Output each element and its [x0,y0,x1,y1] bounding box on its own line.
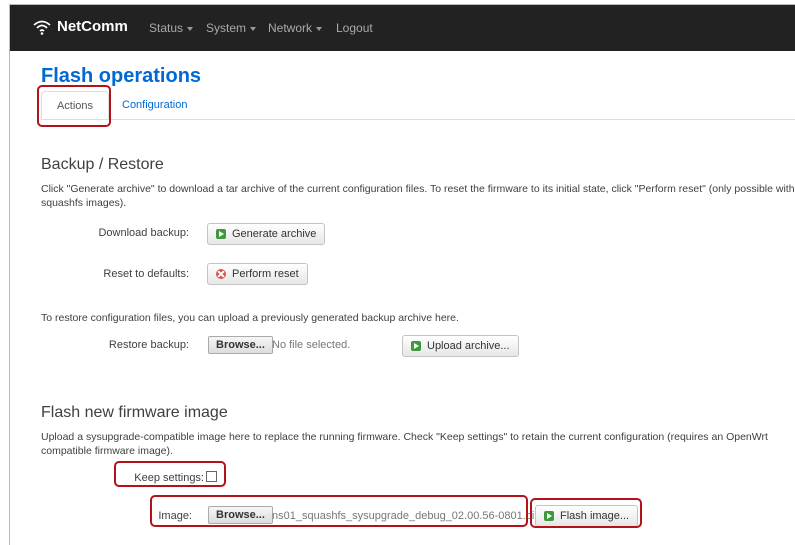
tab-configuration[interactable]: Configuration [111,91,198,119]
cancel-icon [216,269,226,279]
backup-heading: Backup / Restore [41,156,164,173]
browser-viewport: NetComm Status System Network Logout Fla… [9,4,795,545]
play-icon [411,341,421,351]
reset-defaults-label: Reset to defaults: [103,268,189,280]
perform-reset-button[interactable]: Perform reset [207,263,308,285]
nav-logout[interactable]: Logout [336,21,373,35]
top-navbar: NetComm Status System Network Logout [10,5,795,51]
nav-logout-label: Logout [336,21,373,35]
generate-archive-button[interactable]: Generate archive [207,223,326,245]
highlight-keep-settings [114,461,226,487]
highlight-image-field [150,495,528,527]
caret-down-icon [316,26,323,31]
nav-status[interactable]: Status [149,21,194,35]
upload-archive-label: Upload archive... [427,340,510,352]
brand-logo[interactable]: NetComm [32,18,128,35]
highlight-flash-button [530,498,642,528]
nav-system-label: System [206,21,247,35]
brand-name: NetComm [57,18,128,35]
caret-down-icon [250,26,257,31]
flash-heading: Flash new firmware image [41,404,228,421]
nav-status-label: Status [149,21,184,35]
nav-network-label: Network [268,21,313,35]
highlight-actions-tab [37,85,111,127]
play-icon [216,229,226,239]
backup-description: Click "Generate archive" to download a t… [41,183,795,209]
flash-description: Upload a sysupgrade-compatible image her… [41,431,768,457]
restore-description: To restore configuration files, you can … [41,312,459,324]
restore-backup-label: Restore backup: [108,339,189,351]
tab-bar: Actions Configuration [41,91,795,120]
restore-file-status: No file selected. [272,339,351,351]
caret-down-icon [187,26,194,31]
generate-archive-label: Generate archive [232,228,317,240]
download-backup-label: Download backup: [98,227,189,239]
nav-system[interactable]: System [206,21,257,35]
wifi-logo-icon [33,20,51,35]
upload-archive-button[interactable]: Upload archive... [402,335,519,357]
perform-reset-label: Perform reset [232,268,299,280]
nav-network[interactable]: Network [268,21,323,35]
restore-browse-button[interactable]: Browse... [208,336,273,354]
